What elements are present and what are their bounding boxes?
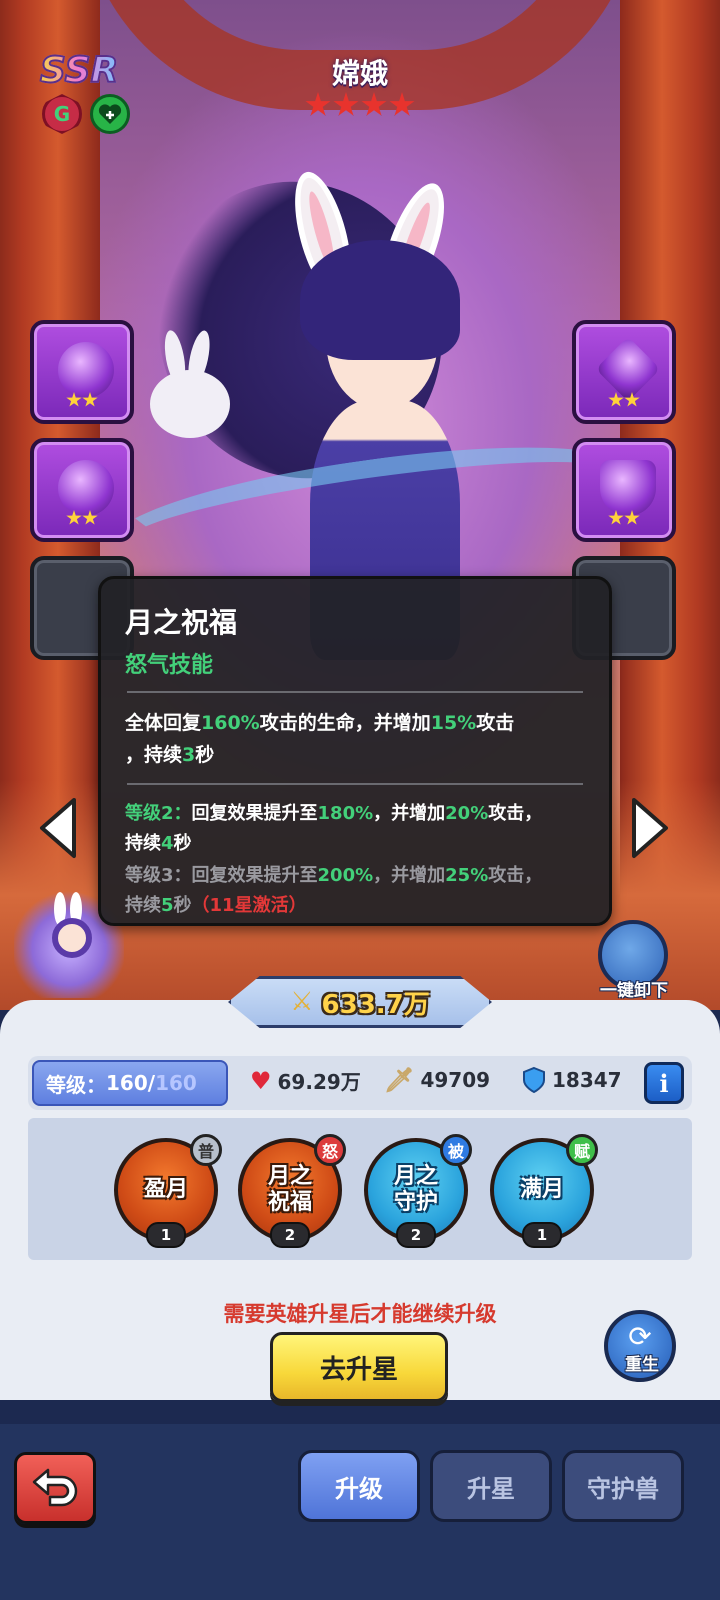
rebirth-button[interactable]: ⟳ 重生 — [602, 1310, 682, 1390]
stat-bar: 等级： 160/160 ♥ 69.29万 🗡 49709 18347 i — [28, 1056, 692, 1110]
tab-guardian-beast[interactable]: 守护兽 — [562, 1450, 684, 1522]
star-icon — [389, 92, 415, 116]
skill-list: 盈月 普 1 月之 祝福 怒 2 月之 守护 被 2 满月 赋 1 — [28, 1118, 692, 1260]
level-indicator: 等级： 160/160 — [32, 1060, 228, 1106]
skill-type-badge: 被 — [440, 1134, 472, 1166]
skill-level: 1 — [146, 1222, 186, 1248]
defense-stat: 18347 — [522, 1066, 622, 1094]
tab-star-up[interactable]: 升星 — [430, 1450, 552, 1522]
chalice-icon — [600, 460, 656, 516]
bottom-nav: 升级 升星 守护兽 — [0, 1424, 720, 1600]
divider — [127, 691, 583, 693]
unequip-all-button[interactable]: 一键卸下 — [594, 920, 674, 1001]
info-button[interactable]: i — [644, 1062, 684, 1104]
combat-power: ⚔ 633.7万 — [228, 976, 492, 1028]
tooltip-level-2: 等级2：回复效果提升至180%，并增加20%攻击， 持续4秒 — [125, 803, 543, 854]
skill-type-badge: 赋 — [566, 1134, 598, 1166]
equip-slot-ring[interactable] — [30, 438, 134, 542]
divider — [127, 783, 583, 785]
hero-stars — [0, 92, 720, 122]
rebirth-label: 重生 — [625, 1355, 659, 1375]
back-button[interactable] — [14, 1452, 96, 1524]
star-icon — [361, 92, 387, 116]
skill-tooltip: 月之祝福 怒气技能 全体回复160%攻击的生命，并增加15%攻击 ，持续3秒 等级… — [98, 576, 612, 926]
skill-item-moon-guard[interactable]: 月之 守护 被 2 — [364, 1134, 472, 1248]
amulet-icon — [58, 342, 114, 398]
tooltip-level-3: 等级3：回复效果提升至200%，并增加25%攻击， 持续5秒（11星激活） — [125, 865, 543, 916]
attack-stat: 🗡 49709 — [384, 1066, 491, 1094]
star-icon — [333, 92, 359, 116]
equip-slot-chalice[interactable] — [572, 438, 676, 542]
hp-stat: ♥ 69.29万 — [250, 1066, 361, 1095]
skill-item-yingyue[interactable]: 盈月 普 1 — [114, 1134, 222, 1248]
skill-item-full-moon[interactable]: 满月 赋 1 — [490, 1134, 598, 1248]
skill-type-badge: 怒 — [314, 1134, 346, 1166]
shield-icon — [523, 1066, 545, 1094]
skill-item-moon-blessing[interactable]: 月之 祝福 怒 2 — [238, 1134, 346, 1248]
slot-stars — [34, 392, 130, 412]
jade-rabbit — [140, 328, 240, 440]
rabbit-body — [150, 370, 230, 438]
tab-upgrade[interactable]: 升级 — [298, 1450, 420, 1522]
tooltip-skill-type: 怒气技能 — [125, 653, 214, 678]
slot-stars — [34, 510, 130, 530]
unequip-all-label: 一键卸下 — [600, 981, 668, 1001]
hero-bangs — [300, 240, 460, 360]
sword-icon: 🗡 — [384, 1066, 415, 1094]
skill-level: 2 — [396, 1222, 436, 1248]
prev-hero-arrow-icon[interactable] — [36, 796, 80, 860]
heart-icon: ♥ — [250, 1066, 272, 1095]
combat-power-value: 633.7万 — [321, 989, 430, 1020]
skill-level: 1 — [522, 1222, 562, 1248]
back-arrow-icon — [32, 1468, 78, 1507]
go-star-up-button[interactable]: 去升星 — [270, 1332, 448, 1402]
hero-name: 嫦娥 — [331, 57, 388, 90]
star-icon — [305, 92, 331, 116]
skill-type-badge: 普 — [190, 1134, 222, 1166]
ring-icon — [58, 460, 114, 516]
slot-stars — [576, 392, 672, 412]
tooltip-description: 全体回复160%攻击的生命，并增加15%攻击 ，持续3秒 — [125, 712, 515, 766]
equip-slot-amulet[interactable] — [30, 320, 134, 424]
next-hero-arrow-icon[interactable] — [628, 796, 672, 860]
skill-level: 2 — [270, 1222, 310, 1248]
avatar-head — [52, 918, 92, 958]
equip-slot-charm[interactable] — [572, 320, 676, 424]
crossed-swords-icon: ⚔ — [290, 987, 314, 1017]
tooltip-title: 月之祝福 — [125, 606, 238, 639]
slot-stars — [576, 510, 672, 530]
